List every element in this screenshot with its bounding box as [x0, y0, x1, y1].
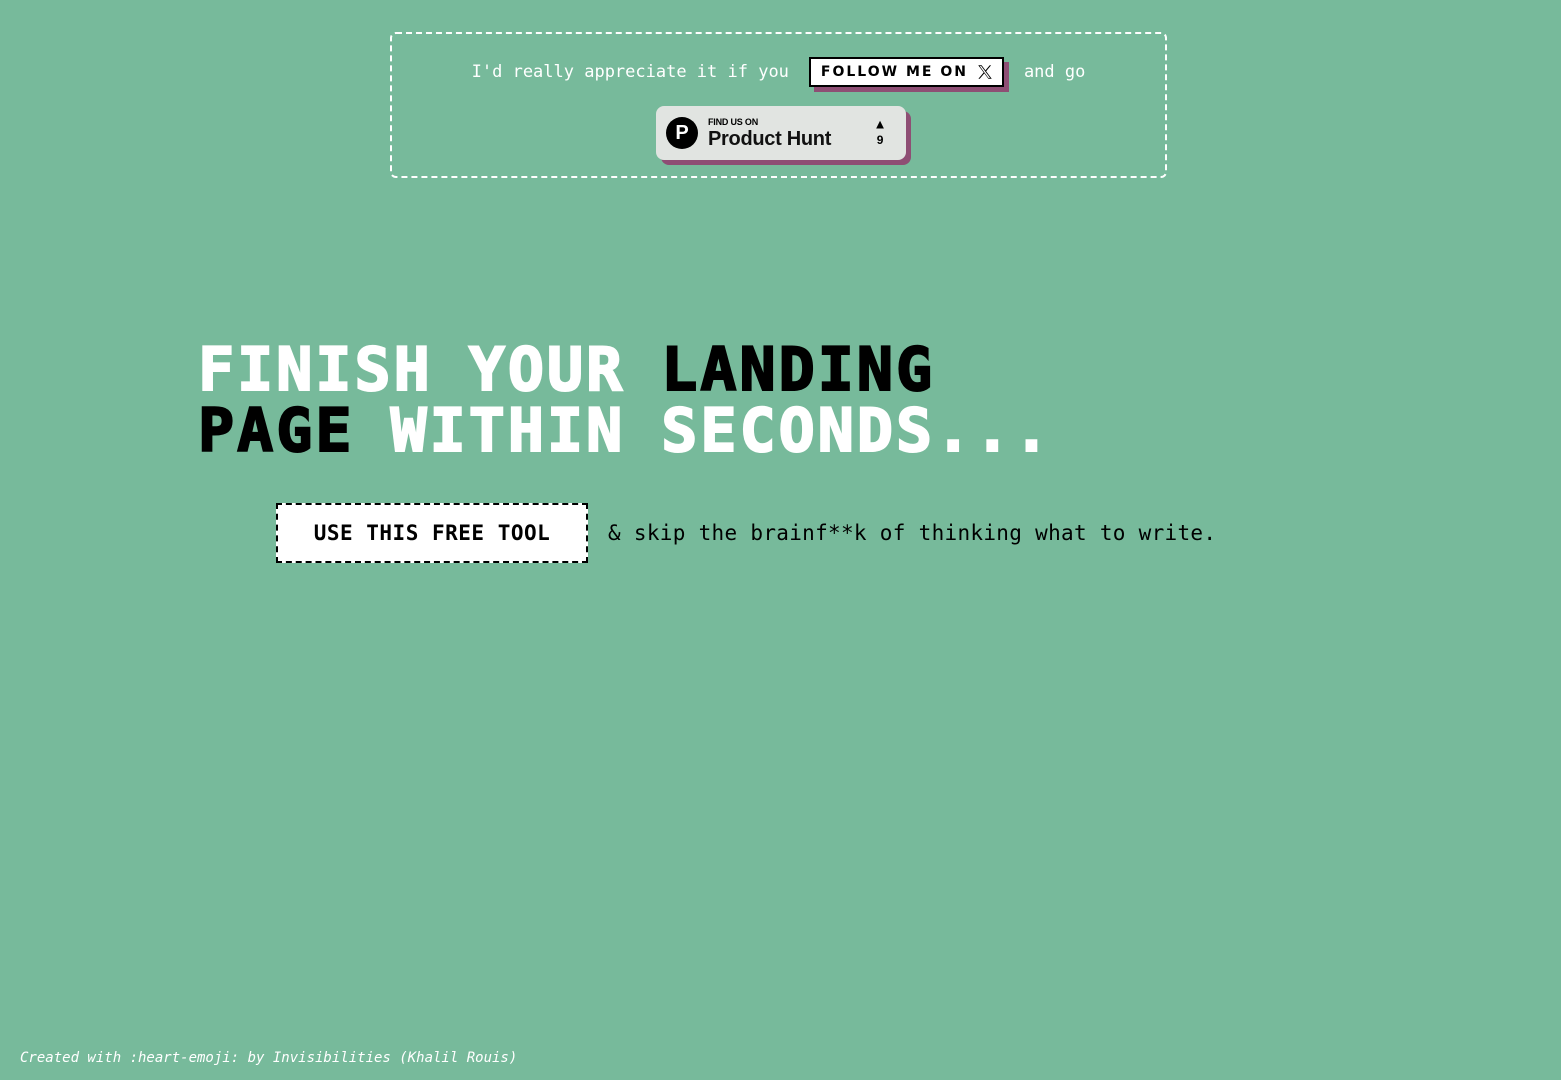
hero-word: SECONDS...: [660, 396, 1053, 466]
upvote-count: 9: [876, 133, 884, 147]
hero-line-2: PAGE WITHIN SECONDS...: [197, 400, 1052, 463]
hero-word: FINISH: [197, 335, 433, 405]
follow-on-x-button[interactable]: FOLLOW ME ON: [808, 57, 1004, 87]
footer-credit: Created with :heart-emoji: by Invisibili…: [20, 1050, 518, 1066]
hero-word: PAGE: [197, 396, 355, 466]
product-hunt-vote: ▲ 9: [876, 118, 884, 146]
cta-row: USE THIS FREE TOOL & skip the brainf**k …: [276, 503, 1216, 563]
cta-trailing-text: & skip the brainf**k of thinking what to…: [608, 521, 1217, 545]
product-hunt-texts: FIND US ON Product Hunt: [708, 116, 832, 150]
promo-text-before: I'd really appreciate it if you: [471, 62, 789, 82]
x-logo-icon: [978, 65, 992, 79]
follow-button-label: FOLLOW ME ON: [820, 64, 968, 80]
product-hunt-badge[interactable]: P FIND US ON Product Hunt ▲ 9: [656, 106, 906, 160]
hero-line-1: FINISH YOUR LANDING: [197, 339, 1052, 402]
product-hunt-logo-icon: P: [666, 117, 698, 149]
hero-word: WITHIN: [390, 396, 626, 466]
product-hunt-small-label: FIND US ON: [708, 116, 759, 127]
upvote-arrow-icon: ▲: [876, 117, 884, 132]
promo-line: I'd really appreciate it if you FOLLOW M…: [392, 56, 1165, 88]
product-hunt-big-label: Product Hunt: [708, 127, 832, 150]
promo-text-after: and go: [1023, 62, 1086, 82]
hero-word: YOUR: [468, 335, 626, 405]
hero-word: LANDING: [660, 335, 936, 405]
use-free-tool-button[interactable]: USE THIS FREE TOOL: [276, 503, 588, 563]
hero-heading: FINISH YOUR LANDING PAGE WITHIN SECONDS...: [197, 339, 1052, 463]
promo-box: I'd really appreciate it if you FOLLOW M…: [390, 32, 1167, 178]
